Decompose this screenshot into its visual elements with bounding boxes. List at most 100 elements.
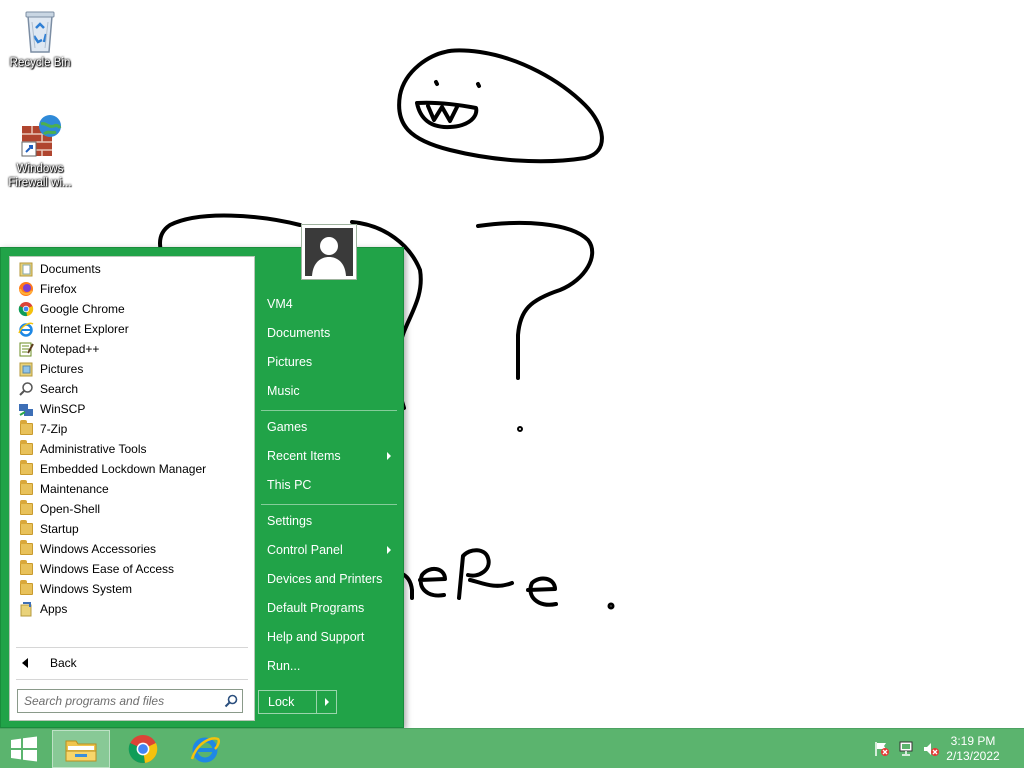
program-item-windows-ease-of-access[interactable]: Windows Ease of Access bbox=[18, 559, 248, 579]
right-item-label: Documents bbox=[267, 326, 331, 340]
lock-options-button[interactable] bbox=[316, 691, 336, 713]
program-label: Pictures bbox=[40, 362, 84, 376]
right-item-pictures[interactable]: Pictures bbox=[259, 349, 399, 375]
apps-icon bbox=[18, 601, 34, 617]
program-item-apps[interactable]: Apps bbox=[18, 599, 248, 619]
right-separator bbox=[261, 504, 397, 505]
program-label: Windows Accessories bbox=[40, 542, 157, 556]
desktop-icon-windows-firewall[interactable]: Windows Firewall wi... bbox=[2, 112, 78, 190]
right-separator bbox=[261, 410, 397, 411]
program-item-google-chrome[interactable]: Google Chrome bbox=[18, 299, 248, 319]
program-label: Administrative Tools bbox=[40, 442, 147, 456]
drawing-eye bbox=[476, 82, 481, 88]
recycle-bin-icon bbox=[25, 11, 55, 53]
right-item-label: Settings bbox=[267, 514, 313, 528]
search-icon[interactable] bbox=[220, 690, 242, 712]
right-item-label: This PC bbox=[267, 478, 312, 492]
network-icon[interactable] bbox=[898, 741, 916, 757]
search-icon bbox=[18, 381, 34, 397]
back-button[interactable]: Back bbox=[18, 653, 77, 673]
folder-icon bbox=[18, 460, 34, 477]
drawing-mouth-teeth bbox=[426, 104, 459, 123]
right-item-label: Music bbox=[267, 384, 300, 398]
system-clock[interactable]: 3:19 PM 2/13/2022 bbox=[938, 734, 1008, 764]
documents-folder-icon bbox=[18, 261, 34, 277]
start-search-input[interactable] bbox=[18, 690, 220, 712]
clock-date: 2/13/2022 bbox=[946, 749, 1000, 763]
drawing-eye bbox=[434, 80, 439, 86]
right-item-this-pc[interactable]: This PC bbox=[259, 472, 399, 498]
right-item-default-programs[interactable]: Default Programs bbox=[259, 595, 399, 621]
taskbar-file-explorer[interactable] bbox=[52, 730, 110, 768]
program-item-search[interactable]: Search bbox=[18, 379, 248, 399]
action-center-flag-icon[interactable] bbox=[873, 741, 891, 757]
program-item-windows-system[interactable]: Windows System bbox=[18, 579, 248, 599]
desktop-icon-recycle-bin[interactable]: Recycle Bin bbox=[2, 6, 78, 70]
submenu-arrow-icon bbox=[387, 452, 391, 460]
right-item-label: Pictures bbox=[267, 355, 313, 369]
program-item-winscp[interactable]: WinSCP bbox=[18, 399, 248, 419]
right-item-recent-items[interactable]: Recent Items bbox=[259, 443, 399, 469]
taskbar: 3:19 PM 2/13/2022 bbox=[0, 728, 1024, 768]
user-avatar[interactable] bbox=[301, 224, 357, 280]
right-item-label: VM4 bbox=[267, 297, 293, 311]
program-item-notepad-plus-plus[interactable]: Notepad++ bbox=[18, 339, 248, 359]
program-label: Notepad++ bbox=[40, 342, 100, 356]
right-item-settings[interactable]: Settings bbox=[259, 508, 399, 534]
right-item-devices-and-printers[interactable]: Devices and Printers bbox=[259, 566, 399, 592]
program-item-startup[interactable]: Startup bbox=[18, 519, 248, 539]
program-list-panel: Documents Firefox Google Chrome Internet… bbox=[9, 256, 255, 721]
program-label: Open-Shell bbox=[40, 502, 101, 516]
chrome-icon bbox=[128, 734, 158, 764]
start-button[interactable] bbox=[0, 729, 48, 768]
right-item-label: Default Programs bbox=[267, 601, 365, 615]
right-item-music[interactable]: Music bbox=[259, 378, 399, 404]
winscp-icon bbox=[18, 401, 34, 417]
windows-logo-icon bbox=[11, 736, 37, 762]
folder-icon bbox=[18, 480, 34, 497]
program-item-administrative-tools[interactable]: Administrative Tools bbox=[18, 439, 248, 459]
program-item-7-zip[interactable]: 7-Zip bbox=[18, 419, 248, 439]
right-item-run[interactable]: Run... bbox=[259, 653, 399, 679]
chevron-right-icon bbox=[324, 698, 329, 706]
program-item-embedded-lockdown-manager[interactable]: Embedded Lockdown Manager bbox=[18, 459, 248, 479]
program-label: Internet Explorer bbox=[40, 322, 129, 336]
program-label: Embedded Lockdown Manager bbox=[40, 462, 207, 476]
folder-icon bbox=[18, 500, 34, 517]
program-item-firefox[interactable]: Firefox bbox=[18, 279, 248, 299]
program-item-windows-accessories[interactable]: Windows Accessories bbox=[18, 539, 248, 559]
program-item-open-shell[interactable]: Open-Shell bbox=[18, 499, 248, 519]
program-label: Firefox bbox=[40, 282, 77, 296]
taskbar-chrome[interactable] bbox=[114, 730, 172, 768]
program-label: Documents bbox=[40, 262, 101, 276]
start-menu: Documents Firefox Google Chrome Internet… bbox=[0, 224, 404, 728]
notepad-plus-plus-icon bbox=[18, 341, 34, 357]
right-item-help-and-support[interactable]: Help and Support bbox=[259, 624, 399, 650]
right-item-games[interactable]: Games bbox=[259, 414, 399, 440]
folder-icon bbox=[18, 440, 34, 457]
program-list-separator bbox=[16, 647, 248, 648]
program-item-pictures[interactable]: Pictures bbox=[18, 359, 248, 379]
right-item-control-panel[interactable]: Control Panel bbox=[259, 537, 399, 563]
program-label: Search bbox=[40, 382, 79, 396]
drawing-text bbox=[418, 566, 447, 598]
program-label: Windows Ease of Access bbox=[40, 562, 175, 576]
right-item-vm4[interactable]: VM4 bbox=[259, 291, 399, 317]
desktop-icon-label: Recycle Bin bbox=[9, 57, 71, 69]
right-item-documents[interactable]: Documents bbox=[259, 320, 399, 346]
program-item-internet-explorer[interactable]: Internet Explorer bbox=[18, 319, 248, 339]
start-search-box[interactable] bbox=[17, 689, 243, 713]
folder-icon bbox=[18, 540, 34, 557]
search-separator bbox=[16, 679, 248, 680]
drawing-question-mark bbox=[476, 221, 595, 380]
firefox-icon bbox=[18, 281, 34, 297]
program-item-documents[interactable]: Documents bbox=[18, 259, 248, 279]
user-silhouette-icon bbox=[305, 228, 353, 276]
right-item-label: Games bbox=[267, 420, 308, 434]
pictures-folder-icon bbox=[18, 361, 34, 377]
taskbar-internet-explorer[interactable] bbox=[176, 730, 234, 768]
lock-button[interactable]: Lock bbox=[259, 691, 316, 713]
program-item-maintenance[interactable]: Maintenance bbox=[18, 479, 248, 499]
program-label: Apps bbox=[40, 602, 68, 616]
program-label: Startup bbox=[40, 522, 79, 536]
